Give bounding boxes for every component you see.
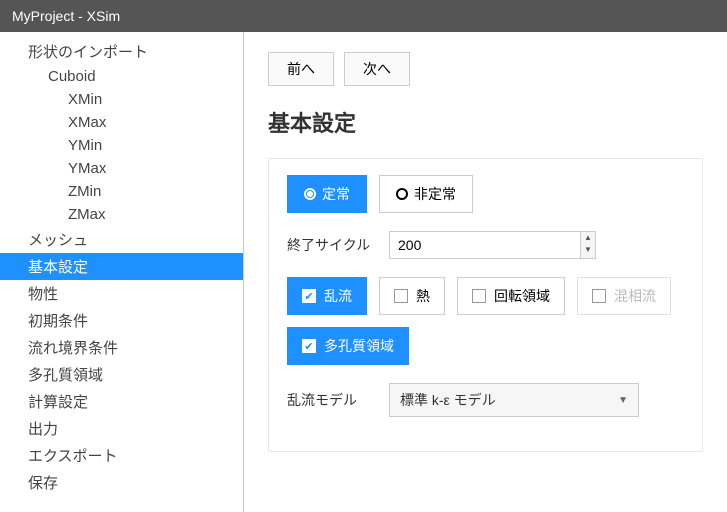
- feature-label: 多孔質領域: [324, 336, 394, 356]
- checkbox-icon: [302, 289, 316, 303]
- sidebar-item-12[interactable]: 流れ境界条件: [0, 334, 243, 361]
- end-cycle-label: 終了サイクル: [287, 235, 377, 255]
- sidebar-item-5[interactable]: YMax: [0, 157, 243, 180]
- sidebar-item-1[interactable]: Cuboid: [0, 65, 243, 88]
- feature-heat[interactable]: 熱: [379, 277, 445, 315]
- checkbox-icon: [302, 339, 316, 353]
- main-panel: 前へ 次へ 基本設定 定常 非定常 終了サイクル ▲: [244, 32, 727, 512]
- sidebar-item-17[interactable]: 保存: [0, 469, 243, 496]
- radio-label: 定常: [322, 184, 350, 204]
- feature-label: 熱: [416, 286, 430, 306]
- radio-icon: [304, 188, 316, 200]
- title-bar: MyProject - XSim: [0, 0, 727, 32]
- spin-up-icon[interactable]: ▲: [581, 232, 595, 244]
- feature-porous[interactable]: 多孔質領域: [287, 327, 409, 365]
- feature-label: 乱流: [324, 286, 352, 306]
- checkbox-icon: [472, 289, 486, 303]
- select-value: 標準 k-ε モデル: [400, 390, 496, 410]
- sidebar-item-8[interactable]: メッシュ: [0, 226, 243, 253]
- end-cycle-input[interactable]: [390, 232, 580, 258]
- sidebar-item-2[interactable]: XMin: [0, 88, 243, 111]
- feature-turbulence[interactable]: 乱流: [287, 277, 367, 315]
- turb-model-label: 乱流モデル: [287, 390, 377, 410]
- sidebar-item-6[interactable]: ZMin: [0, 180, 243, 203]
- window-title: MyProject - XSim: [12, 8, 120, 24]
- next-button[interactable]: 次へ: [344, 52, 410, 86]
- radio-icon: [396, 188, 408, 200]
- checkbox-icon: [592, 289, 606, 303]
- radio-label: 非定常: [414, 184, 456, 204]
- section-title: 基本設定: [268, 106, 703, 138]
- turb-model-select[interactable]: 標準 k-ε モデル ▼: [389, 383, 639, 417]
- sidebar-item-13[interactable]: 多孔質領域: [0, 361, 243, 388]
- sidebar-item-3[interactable]: XMax: [0, 111, 243, 134]
- chevron-down-icon: ▼: [618, 395, 628, 406]
- spin-down-icon[interactable]: ▼: [581, 244, 595, 256]
- sidebar-item-14[interactable]: 計算設定: [0, 388, 243, 415]
- feature-rotation[interactable]: 回転領域: [457, 277, 565, 315]
- end-cycle-spinner[interactable]: ▲ ▼: [389, 231, 596, 259]
- feature-label: 回転領域: [494, 286, 550, 306]
- sidebar-item-11[interactable]: 初期条件: [0, 307, 243, 334]
- time-mode-unsteady[interactable]: 非定常: [379, 175, 473, 213]
- feature-multiphase: 混相流: [577, 277, 671, 315]
- checkbox-icon: [394, 289, 408, 303]
- sidebar-item-4[interactable]: YMin: [0, 134, 243, 157]
- sidebar-item-0[interactable]: 形状のインポート: [0, 38, 243, 65]
- sidebar: 形状のインポートCuboidXMinXMaxYMinYMaxZMinZMaxメッ…: [0, 32, 244, 512]
- sidebar-item-16[interactable]: エクスポート: [0, 442, 243, 469]
- prev-button[interactable]: 前へ: [268, 52, 334, 86]
- sidebar-item-15[interactable]: 出力: [0, 415, 243, 442]
- feature-label: 混相流: [614, 286, 656, 306]
- sidebar-item-7[interactable]: ZMax: [0, 203, 243, 226]
- sidebar-item-10[interactable]: 物性: [0, 280, 243, 307]
- sidebar-item-9[interactable]: 基本設定: [0, 253, 243, 280]
- time-mode-steady[interactable]: 定常: [287, 175, 367, 213]
